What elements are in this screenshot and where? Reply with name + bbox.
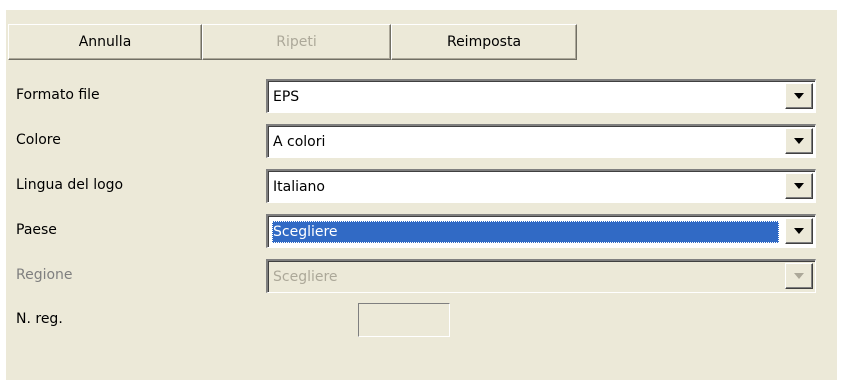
logo-language-label: Lingua del logo: [16, 177, 124, 193]
redo-button: Ripeti: [202, 24, 391, 60]
region-row: Regione Scegliere: [6, 259, 837, 293]
settings-panel: Annulla Ripeti Reimposta Formato file EP…: [6, 10, 837, 380]
file-format-row: Formato file EPS: [6, 79, 837, 113]
file-format-select[interactable]: EPS: [266, 79, 816, 113]
reg-number-field[interactable]: [358, 303, 450, 337]
logo-language-row: Lingua del logo Italiano: [6, 169, 837, 203]
undo-button[interactable]: Annulla: [8, 24, 202, 60]
logo-language-dropdown-button[interactable]: [785, 173, 813, 199]
triangle-down-icon: [794, 93, 804, 99]
region-value: Scegliere: [273, 269, 338, 285]
region-dropdown-button: [785, 263, 813, 289]
reset-button[interactable]: Reimposta: [391, 24, 577, 60]
country-label: Paese: [16, 222, 57, 238]
color-value: A colori: [273, 134, 326, 150]
triangle-down-icon: [794, 138, 804, 144]
color-row: Colore A colori: [6, 124, 837, 158]
reg-number-label: N. reg.: [16, 311, 63, 327]
color-select[interactable]: A colori: [266, 124, 816, 158]
country-value: Scegliere: [272, 221, 779, 243]
country-row: Paese Scegliere: [6, 214, 837, 248]
color-dropdown-button[interactable]: [785, 128, 813, 154]
file-format-value: EPS: [273, 89, 300, 105]
triangle-down-icon: [794, 183, 804, 189]
file-format-label: Formato file: [16, 87, 100, 103]
logo-language-value: Italiano: [273, 179, 325, 195]
toolbar: Annulla Ripeti Reimposta: [8, 24, 577, 60]
color-label: Colore: [16, 132, 61, 148]
region-label: Regione: [16, 267, 73, 283]
reg-number-row: N. reg.: [6, 303, 837, 337]
region-select: Scegliere: [266, 259, 816, 293]
country-select[interactable]: Scegliere: [266, 214, 816, 248]
triangle-down-icon: [794, 228, 804, 234]
file-format-dropdown-button[interactable]: [785, 83, 813, 109]
logo-language-select[interactable]: Italiano: [266, 169, 816, 203]
country-dropdown-button[interactable]: [785, 218, 813, 244]
triangle-down-icon: [794, 273, 804, 279]
